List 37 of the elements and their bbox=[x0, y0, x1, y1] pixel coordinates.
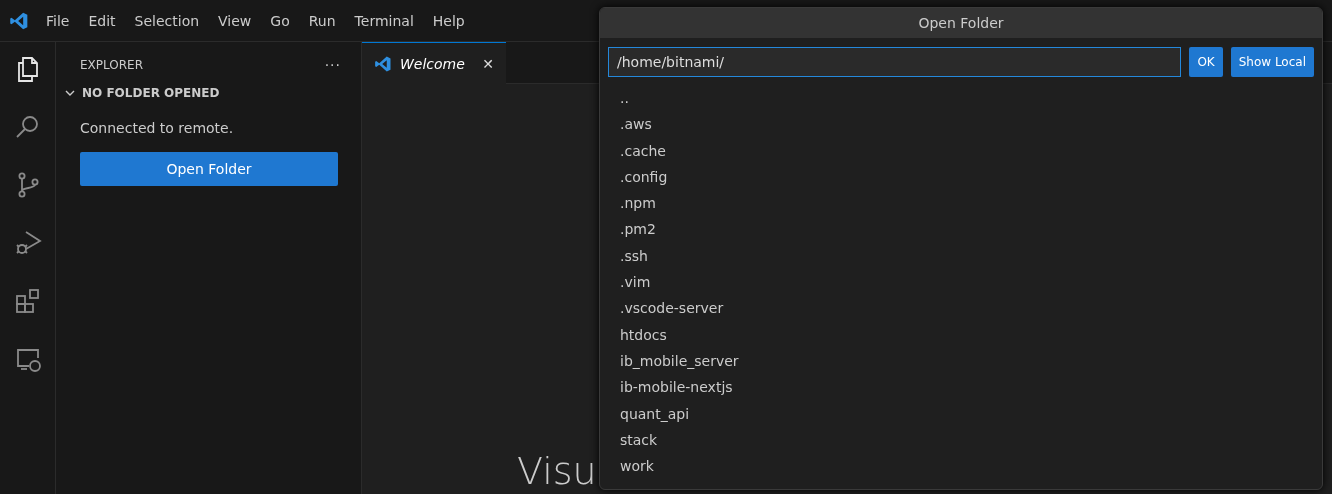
folder-item[interactable]: .vscode-server bbox=[600, 295, 1322, 322]
folder-item[interactable]: ib_mobile_server bbox=[600, 347, 1322, 375]
more-actions-button[interactable]: ··· bbox=[324, 57, 341, 73]
folder-item[interactable]: ib-mobile-nextjs bbox=[600, 374, 1322, 401]
dialog-button[interactable]: OK bbox=[1189, 47, 1223, 77]
path-input[interactable]: /home/bitnami/ bbox=[608, 47, 1182, 77]
folder-item[interactable]: stack bbox=[600, 426, 1322, 454]
close-icon[interactable]: ✕ bbox=[482, 55, 494, 72]
folder-item[interactable]: work bbox=[600, 453, 1322, 480]
folder-item[interactable]: .aws bbox=[600, 111, 1322, 138]
folder-item[interactable]: .cache bbox=[600, 137, 1322, 164]
section-title[interactable]: NO FOLDER OPENED bbox=[82, 86, 220, 100]
folder-item[interactable]: .. bbox=[600, 85, 1322, 112]
menu-item[interactable]: Help bbox=[432, 12, 465, 29]
menu-item[interactable]: Selection bbox=[134, 12, 200, 29]
folder-item[interactable]: .npm bbox=[600, 190, 1322, 217]
menu-item[interactable]: File bbox=[46, 12, 70, 29]
app-logo-icon bbox=[9, 10, 29, 31]
folder-item[interactable]: .config bbox=[600, 163, 1322, 191]
dialog-button[interactable]: Show Local bbox=[1230, 47, 1314, 77]
folder-item[interactable]: .ssh bbox=[600, 242, 1322, 270]
menu-item[interactable]: Edit bbox=[88, 12, 116, 29]
folder-item[interactable]: .pm2 bbox=[600, 216, 1322, 243]
menu-item[interactable]: Run bbox=[308, 12, 336, 29]
menu-item[interactable]: Go bbox=[270, 12, 290, 29]
menu-item[interactable]: Terminal bbox=[354, 12, 414, 29]
folder-item[interactable]: htdocs bbox=[600, 321, 1322, 348]
app-logo-icon bbox=[374, 54, 392, 73]
sidebar-title: EXPLORER bbox=[80, 58, 143, 72]
editor-tab[interactable]: Welcome ✕ bbox=[362, 42, 506, 84]
welcome-heading: Visu bbox=[517, 449, 597, 493]
folder-item[interactable]: quant_api bbox=[600, 400, 1322, 427]
remote-message: Connected to remote. bbox=[79, 119, 235, 136]
menu-item[interactable]: View bbox=[218, 12, 252, 29]
folder-item[interactable]: .vim bbox=[600, 269, 1322, 296]
dialog-title: Open Folder bbox=[600, 8, 1322, 38]
open-folder-button[interactable]: Open Folder bbox=[80, 152, 338, 186]
